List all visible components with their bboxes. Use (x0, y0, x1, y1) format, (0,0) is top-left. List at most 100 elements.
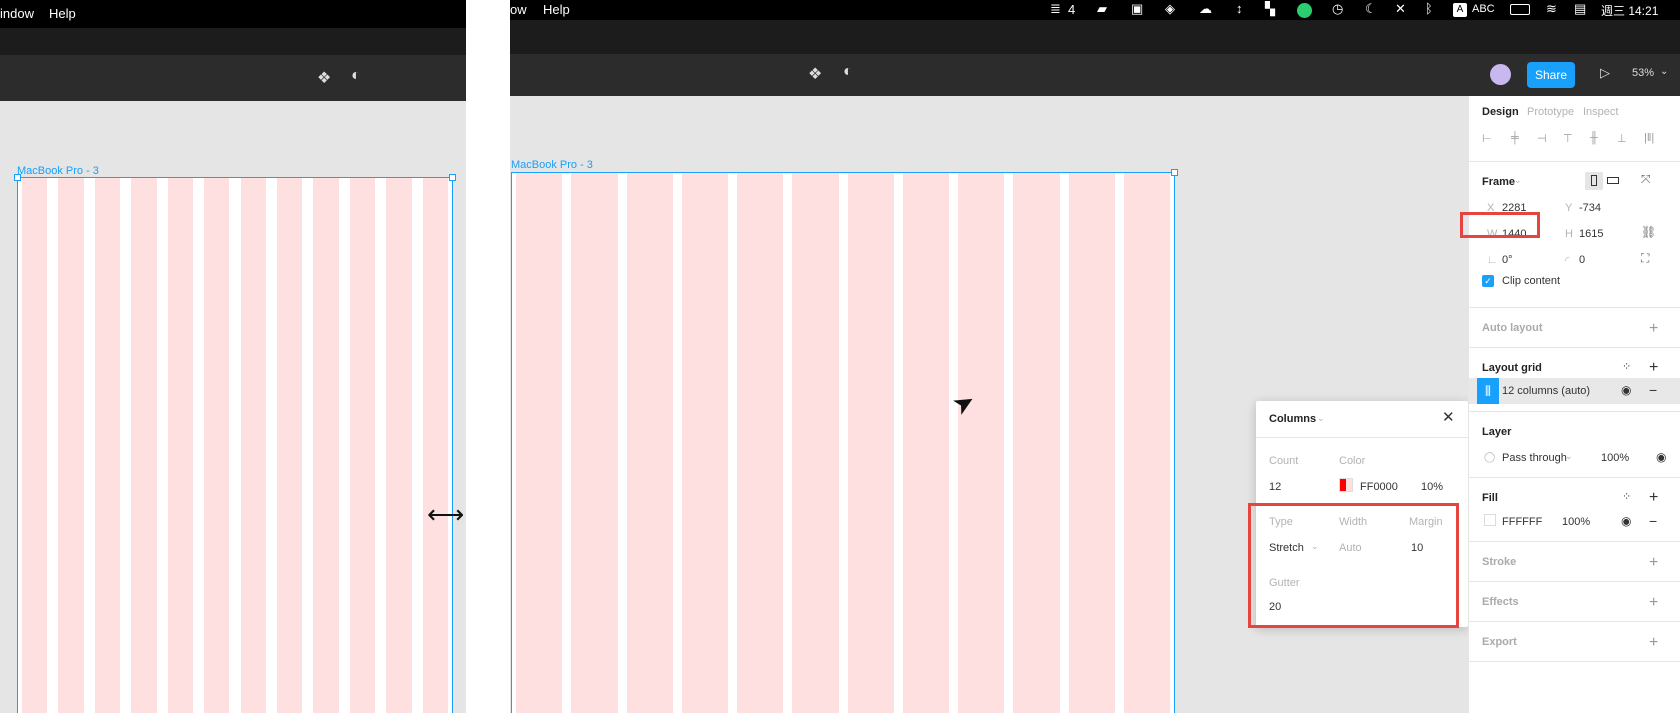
input-source-icon[interactable]: A (1453, 3, 1467, 17)
chevron-down-icon[interactable]: ⌄ (1660, 66, 1668, 77)
frame[interactable] (17, 177, 453, 713)
remove-icon[interactable]: − (1649, 382, 1657, 398)
y-input[interactable]: -734 (1579, 202, 1601, 214)
auto-layout-title[interactable]: Auto layout (1482, 322, 1543, 334)
frame-label[interactable]: MacBook Pro - 3 (511, 159, 593, 171)
sync-icon[interactable]: ↕ (1236, 1, 1243, 16)
landscape-icon[interactable] (1607, 177, 1619, 184)
add-icon[interactable]: + (1649, 321, 1658, 337)
add-icon[interactable]: + (1649, 635, 1658, 651)
control-center-icon[interactable]: ▤ (1574, 1, 1586, 17)
resize-handle[interactable] (449, 174, 456, 181)
canvas[interactable]: MacBook Pro - 3 ➤ Columns ⌄ ✕ Count Colo… (510, 96, 1468, 713)
align-right-icon[interactable]: ⊣ (1537, 132, 1547, 145)
menu-window[interactable]: indow (0, 6, 34, 21)
count-input[interactable]: 12 (1269, 481, 1281, 493)
align-center-icon[interactable]: ╪ (1511, 132, 1519, 144)
align-top-icon[interactable]: ⊤ (1563, 132, 1573, 145)
line-icon[interactable] (1297, 3, 1312, 18)
cloud-icon[interactable]: ☁ (1199, 1, 1212, 17)
grid-column (94, 178, 121, 713)
distribute-icon[interactable]: |‖| (1644, 132, 1654, 144)
zoom-level[interactable]: 53% (1632, 67, 1654, 79)
menu-help[interactable]: Help (49, 6, 76, 21)
bluetooth-icon[interactable]: ᛒ (1425, 1, 1433, 16)
remove-icon[interactable]: − (1649, 513, 1657, 529)
present-icon[interactable]: ▷ (1600, 65, 1610, 81)
layer-opacity-input[interactable]: 100% (1601, 452, 1629, 464)
tab-prototype[interactable]: Prototype (1527, 106, 1574, 118)
popup-title[interactable]: Columns (1269, 413, 1316, 425)
color-swatch[interactable] (1339, 478, 1353, 492)
clock[interactable]: 週三 14:21 (1601, 2, 1658, 19)
count-label: Count (1269, 455, 1299, 467)
export-title[interactable]: Export (1482, 636, 1517, 648)
battery-icon[interactable] (1510, 4, 1530, 15)
rotation-input[interactable]: 0° (1502, 254, 1513, 266)
resize-handle[interactable] (14, 174, 21, 181)
eye-icon[interactable]: ◉ (1621, 383, 1631, 397)
align-middle-icon[interactable]: ╫ (1590, 132, 1598, 144)
chevron-down-icon[interactable]: ⌄ (1565, 451, 1573, 462)
color-opacity-input[interactable]: 10% (1421, 481, 1443, 493)
moon-icon[interactable]: ☾ (1365, 1, 1377, 17)
camera-icon[interactable]: ▣ (1131, 1, 1143, 17)
frame-title[interactable]: Frame (1482, 176, 1515, 188)
avatar[interactable] (1490, 64, 1511, 85)
component-icon[interactable]: ❖ (317, 68, 331, 88)
add-icon[interactable]: + (1649, 490, 1658, 506)
columns-grid-icon[interactable]: ⦀ (1477, 378, 1499, 404)
radius-input[interactable]: 0 (1579, 254, 1585, 266)
dropbox-icon[interactable]: ◈ (1165, 1, 1175, 17)
styles-icon[interactable]: ⁘ (1622, 490, 1631, 503)
add-icon[interactable]: + (1649, 595, 1658, 611)
tab-design[interactable]: Design (1482, 106, 1519, 118)
frame-label[interactable]: MacBook Pro - 3 (17, 165, 99, 177)
time-machine-icon[interactable]: ◷ (1332, 1, 1343, 17)
contrast-icon[interactable]: ◐ (843, 63, 853, 81)
eye-icon[interactable]: ◉ (1621, 514, 1631, 528)
effects-title[interactable]: Effects (1482, 596, 1519, 608)
align-left-icon[interactable]: ⊢ (1482, 132, 1492, 145)
blend-select[interactable]: Pass through (1502, 452, 1567, 464)
chevron-down-icon[interactable]: ⌄ (1514, 175, 1522, 186)
fill-title[interactable]: Fill (1482, 492, 1498, 504)
layer-title[interactable]: Layer (1482, 426, 1511, 438)
menu-window[interactable]: ow (510, 2, 527, 17)
h-input[interactable]: 1615 (1579, 228, 1603, 240)
independent-corners-icon[interactable]: ⛶ (1641, 251, 1649, 266)
resize-handle[interactable] (1171, 169, 1178, 176)
stroke-title[interactable]: Stroke (1482, 556, 1516, 568)
constrain-proportions-icon[interactable]: ⛓ (1641, 225, 1656, 239)
chevron-down-icon[interactable]: ⌄ (1317, 413, 1325, 424)
menu-help[interactable]: Help (543, 2, 570, 17)
stack-icon[interactable]: ≣ (1050, 1, 1061, 17)
add-icon[interactable]: + (1649, 555, 1658, 571)
grid-item-label[interactable]: 12 columns (auto) (1502, 385, 1590, 397)
mute-icon[interactable]: ✕ (1395, 1, 1406, 17)
screen-icon[interactable]: ▰ (1097, 1, 1107, 17)
fill-opacity-input[interactable]: 100% (1562, 516, 1590, 528)
layout-grid-title[interactable]: Layout grid (1482, 362, 1542, 374)
share-button[interactable]: Share (1527, 62, 1575, 88)
wifi-icon[interactable]: ≋ (1546, 1, 1557, 17)
styles-icon[interactable]: ⁘ (1622, 360, 1631, 373)
align-bottom-icon[interactable]: ⊥ (1617, 132, 1627, 145)
left-app-window: indow Help ❖ ◐ MacBook Pro - 3 ⟷ (0, 0, 466, 713)
component-icon[interactable]: ❖ (808, 64, 822, 84)
fill-color-input[interactable]: FFFFFF (1502, 516, 1542, 528)
portrait-icon[interactable] (1591, 175, 1597, 186)
close-icon[interactable]: ✕ (1442, 408, 1455, 426)
frame[interactable] (511, 172, 1175, 713)
input-source-label[interactable]: ABC (1472, 3, 1495, 15)
color-input[interactable]: FF0000 (1360, 481, 1398, 493)
tab-inspect[interactable]: Inspect (1583, 106, 1618, 118)
add-icon[interactable]: + (1649, 360, 1658, 376)
clip-content-checkbox[interactable]: ✓ (1482, 275, 1494, 287)
resize-to-fit-icon[interactable]: ⤧ (1641, 172, 1651, 187)
eye-icon[interactable]: ◉ (1656, 450, 1666, 464)
contrast-icon[interactable]: ◐ (351, 67, 361, 85)
fill-swatch[interactable] (1484, 514, 1496, 526)
canvas[interactable]: MacBook Pro - 3 ⟷ (0, 101, 466, 713)
grid-icon[interactable]: ▚ (1265, 1, 1275, 17)
